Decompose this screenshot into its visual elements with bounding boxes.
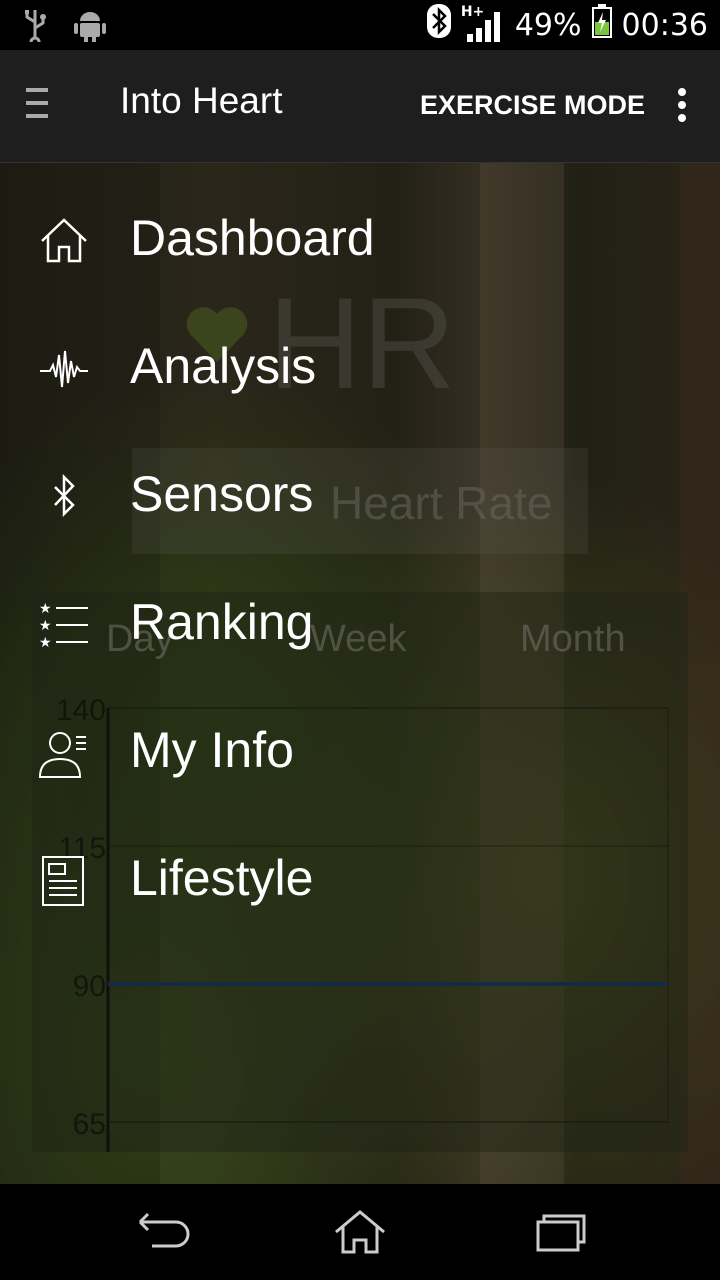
drawer-item-label: Lifestyle — [130, 850, 314, 906]
clock: 00:36 — [621, 7, 708, 43]
signal-icon: H+ — [461, 4, 505, 42]
profile-icon — [38, 732, 86, 778]
navigation-drawer: Dashboard Analysis Sensors ★ ★ ★ Ranking M… — [0, 163, 720, 1184]
back-icon[interactable] — [130, 1208, 190, 1256]
drawer-item-label: Analysis — [130, 338, 317, 394]
svg-text:★: ★ — [39, 635, 52, 651]
drawer-toggle-icon[interactable] — [26, 88, 52, 124]
drawer-item-dashboard[interactable]: Dashboard — [0, 193, 720, 303]
drawer-item-lifestyle[interactable]: Lifestyle — [0, 833, 720, 943]
drawer-item-analysis[interactable]: Analysis — [0, 321, 720, 431]
drawer-item-my-info[interactable]: My Info — [0, 705, 720, 815]
bluetooth-icon — [54, 473, 75, 518]
status-bar: H+ 49% 00:36 — [0, 0, 720, 50]
drawer-item-label: My Info — [130, 722, 294, 778]
home-icon — [41, 218, 87, 263]
android-debug-icon — [74, 8, 106, 46]
home-icon[interactable] — [330, 1208, 390, 1256]
recents-icon[interactable] — [530, 1208, 590, 1256]
overflow-menu-icon[interactable] — [678, 88, 690, 128]
battery-charging-icon — [591, 4, 612, 46]
drawer-item-label: Dashboard — [130, 210, 375, 266]
battery-percent: 49% — [514, 7, 582, 43]
svg-text:★: ★ — [39, 618, 52, 634]
usb-icon — [22, 8, 48, 48]
app-title: Into Heart — [120, 80, 283, 121]
drawer-item-label: Sensors — [130, 466, 314, 522]
system-nav-bar — [0, 1184, 720, 1280]
app-bar: Into Heart EXERCISE MODE — [0, 50, 720, 163]
drawer-item-ranking[interactable]: ★ ★ ★ Ranking — [0, 577, 720, 687]
drawer-item-sensors[interactable]: Sensors — [0, 449, 720, 559]
exercise-mode-button[interactable]: EXERCISE MODE — [420, 90, 645, 121]
ranked-list-icon: ★★★ — [39, 601, 88, 651]
document-icon — [42, 856, 84, 906]
bluetooth-icon — [426, 4, 451, 46]
waveform-icon — [40, 350, 88, 388]
svg-text:★: ★ — [39, 601, 52, 617]
drawer-item-label: Ranking — [130, 594, 314, 650]
